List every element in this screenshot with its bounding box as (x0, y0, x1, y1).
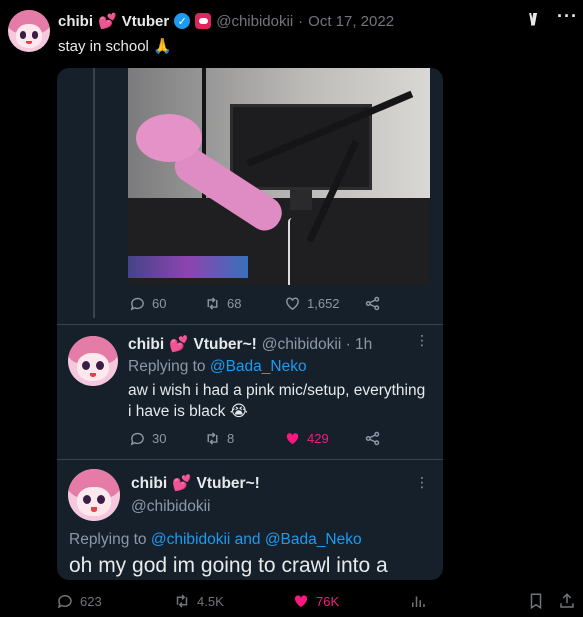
like-count: 429 (307, 431, 329, 446)
share-action[interactable] (364, 295, 381, 312)
keyboard-image (128, 256, 248, 278)
main-header: chibi 💕 Vtuber~! (131, 474, 260, 493)
replying-prefix: Replying to (128, 358, 210, 375)
replying-to-link[interactable]: @Bada_Neko (210, 358, 307, 375)
reply-count: 60 (152, 296, 167, 311)
share-button[interactable] (558, 592, 576, 610)
repost-count: 4.5K (197, 593, 224, 609)
views-button[interactable] (409, 592, 427, 610)
photo-tweet-actions: 60 68 1,652 (129, 295, 381, 312)
thread-line (93, 68, 95, 318)
mic-setup-photo[interactable] (128, 68, 430, 285)
main-handle[interactable]: @chibidokii (131, 498, 211, 516)
reply-handle-time[interactable]: @chibidokii · 1h (262, 336, 373, 354)
main-replying-to: Replying to @chibidokii and @Bada_Neko (69, 531, 362, 549)
verified-badge-icon: ✓ (174, 13, 191, 29)
heart-emoji: 💕 (98, 13, 117, 30)
reply-count: 30 (152, 431, 167, 446)
header-separator: · (298, 12, 304, 30)
heart-emoji: 💕 (169, 336, 189, 353)
grok-icon[interactable]: \// (529, 10, 537, 30)
divider (57, 459, 443, 460)
reply-display-name[interactable]: chibi (128, 336, 164, 354)
author-display-name[interactable]: chibi (58, 13, 93, 30)
reply-text: aw i wish i had a pink mic/setup, everyt… (128, 382, 426, 420)
main-more-icon[interactable]: ⋮ (415, 474, 429, 491)
divider (57, 324, 443, 325)
author-name-suffix[interactable]: Vtuber (122, 13, 170, 30)
main-text: oh my god im going to crawl into a (69, 554, 388, 577)
attached-screenshot[interactable]: 60 68 1,652 chibi 💕 Vtuber~! @chibidokii… (57, 68, 443, 580)
main-display-name[interactable]: chibi (131, 475, 167, 493)
bookmark-button[interactable] (527, 592, 545, 610)
more-options-icon[interactable]: ··· (557, 6, 578, 27)
main-name-suffix[interactable]: Vtuber~! (196, 475, 259, 493)
retweet-count: 68 (227, 296, 242, 311)
author-handle[interactable]: @chibidokii (216, 13, 293, 30)
post-date[interactable]: Oct 17, 2022 (308, 13, 394, 30)
reply-action[interactable]: 30 (129, 430, 204, 447)
like-count: 1,652 (307, 296, 340, 311)
share-action[interactable] (364, 430, 381, 447)
reply-icon (130, 432, 144, 446)
repost-icon (176, 594, 188, 608)
heart-filled-icon (294, 595, 308, 607)
heart-outline-icon (286, 297, 299, 311)
bookmark-icon (530, 593, 542, 610)
reply-button[interactable]: 623 (56, 592, 102, 610)
reply-more-icon[interactable]: ⋮ (415, 332, 429, 349)
replying-prefix: Replying to (69, 531, 151, 548)
like-button[interactable]: 76K (292, 592, 339, 610)
retweet-icon (207, 432, 218, 445)
post-text: stay in school 🙏 (58, 38, 172, 55)
reply-tweet-actions: 30 8 429 (129, 430, 381, 447)
post-action-bar: 623 4.5K 76K (0, 592, 583, 614)
share-icon (365, 296, 380, 311)
replying-to-link[interactable]: @chibidokii and @Bada_Neko (151, 531, 362, 548)
subscription-badge-icon (195, 13, 212, 29)
analytics-icon (412, 596, 425, 607)
reply-count: 623 (80, 593, 102, 609)
like-action[interactable]: 429 (284, 430, 364, 447)
pink-mic-image (136, 114, 202, 162)
reply-name-suffix[interactable]: Vtuber~! (193, 336, 256, 354)
retweet-count: 8 (227, 431, 235, 446)
heart-emoji: 💕 (172, 475, 192, 492)
post-header: chibi 💕 Vtuber ✓ @chibidokii · Oct 17, 2… (58, 12, 394, 31)
reply-avatar[interactable] (68, 336, 118, 386)
reply-header: chibi 💕 Vtuber~! @chibidokii · 1h (128, 335, 372, 354)
reply-icon (130, 297, 144, 311)
share-upload-icon (560, 593, 574, 608)
author-avatar[interactable] (8, 10, 50, 52)
share-icon (365, 431, 380, 446)
like-count: 76K (316, 593, 340, 609)
reply-icon (57, 594, 72, 609)
retweet-icon (207, 297, 218, 310)
main-avatar[interactable] (68, 469, 120, 521)
repost-button[interactable]: 4.5K (173, 592, 224, 610)
reply-replying-to: Replying to @Bada_Neko (128, 358, 307, 376)
reply-action[interactable]: 60 (129, 295, 204, 312)
like-action[interactable]: 1,652 (284, 295, 364, 312)
heart-filled-icon (286, 433, 299, 445)
retweet-action[interactable]: 8 (204, 430, 284, 447)
retweet-action[interactable]: 68 (204, 295, 284, 312)
